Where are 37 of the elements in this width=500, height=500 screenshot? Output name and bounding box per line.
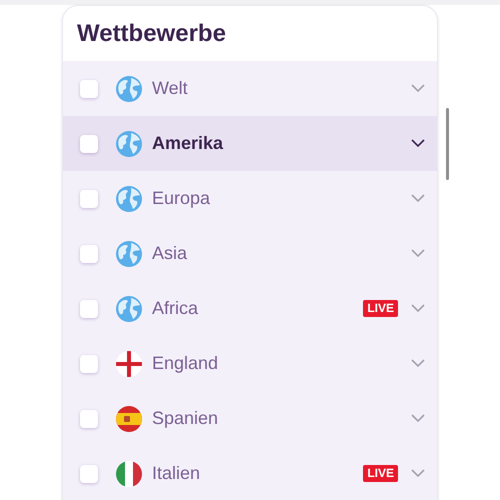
checkbox[interactable] — [80, 134, 98, 152]
flag-icon — [116, 406, 142, 432]
flag-icon — [116, 460, 142, 486]
checkbox[interactable] — [80, 464, 98, 482]
competition-item[interactable]: Asia — [63, 226, 437, 281]
checkbox[interactable] — [80, 354, 98, 372]
competition-item[interactable]: England — [63, 336, 437, 391]
competition-label: Asia — [152, 242, 188, 265]
chevron-down-icon[interactable] — [411, 139, 425, 148]
competition-label: England — [152, 352, 218, 375]
competition-item[interactable]: Africa LIVE — [63, 281, 437, 336]
competition-label: Amerika — [152, 132, 224, 155]
competition-item[interactable]: Welt — [63, 61, 437, 116]
panel-title: Wettbewerbe — [77, 18, 226, 48]
live-badge: LIVE — [363, 465, 398, 482]
checkbox[interactable] — [80, 300, 98, 318]
competition-item[interactable]: Amerika — [63, 116, 437, 171]
competition-item[interactable]: Spanien — [63, 391, 437, 446]
globe-icon — [116, 296, 142, 322]
competition-label: Europa — [152, 187, 210, 210]
competition-item[interactable]: Europa — [63, 171, 437, 226]
checkbox[interactable] — [80, 410, 98, 428]
globe-icon — [116, 186, 142, 212]
checkbox[interactable] — [80, 190, 98, 208]
competition-item[interactable]: Italien LIVE — [63, 446, 437, 500]
flag-icon — [116, 350, 142, 376]
live-badge: LIVE — [363, 300, 398, 317]
globe-icon — [116, 240, 142, 266]
checkbox[interactable] — [80, 244, 98, 262]
globe-icon — [116, 76, 142, 102]
competition-label: Welt — [152, 77, 188, 100]
competition-label: Italien — [152, 462, 200, 485]
competition-label: Spanien — [152, 407, 218, 430]
scrollbar[interactable] — [446, 108, 449, 180]
checkbox[interactable] — [80, 80, 98, 98]
competition-label: Africa — [152, 297, 198, 320]
globe-icon — [116, 130, 142, 156]
